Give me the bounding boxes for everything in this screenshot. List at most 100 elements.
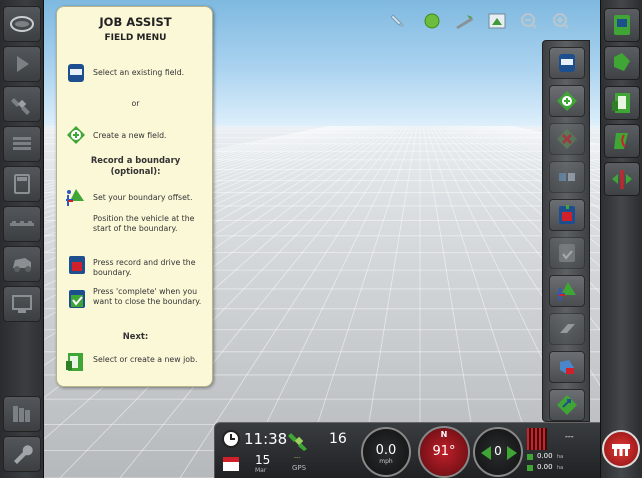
complete-boundary-button[interactable]: [549, 237, 585, 269]
delete-field-button[interactable]: [549, 123, 585, 155]
list-icon: [13, 137, 31, 150]
field-select-icon: [559, 54, 575, 72]
pin-icon[interactable]: [386, 10, 410, 32]
step-set-offset: Set your boundary offset.: [93, 193, 193, 202]
field-select-icon: [68, 64, 84, 82]
list-button[interactable]: [3, 126, 41, 162]
complete-boundary-icon: [69, 290, 85, 308]
or-label: or: [131, 99, 140, 108]
job-icon: [612, 93, 630, 113]
heading-value: 91°: [432, 444, 456, 459]
speed-unit: mph: [379, 458, 393, 465]
panel-subtitle: FIELD MENU: [104, 33, 167, 43]
zoom-out-icon[interactable]: [517, 10, 541, 32]
heading-compass[interactable]: N 91°: [418, 426, 470, 478]
area-bottom-unit: ha: [557, 465, 564, 471]
recover-field-button[interactable]: [549, 389, 585, 421]
record-heading-sub: (optional):: [110, 166, 161, 176]
zoom-in-icon[interactable]: [549, 10, 573, 32]
step-record: Press record and drive the boundary.: [93, 258, 196, 277]
select-field-button[interactable]: [549, 47, 585, 79]
record-boundary-icon: [559, 205, 575, 224]
date-month: Mar: [255, 467, 267, 474]
record-boundary-icon: [69, 256, 85, 274]
field-menu-bar: [542, 40, 590, 422]
date-day: 15: [255, 453, 271, 467]
step-select-job: Select or create a new job.: [93, 355, 198, 364]
complete-boundary-icon: [559, 244, 575, 262]
field-add-icon: [557, 91, 577, 111]
steer-value: 0: [494, 444, 502, 458]
edit-field-button[interactable]: [549, 161, 585, 193]
new-field-button[interactable]: [549, 85, 585, 117]
speed-gauge[interactable]: 0.0 mph: [361, 427, 411, 477]
green-dot-icon[interactable]: [420, 10, 444, 32]
speed-value: 0.0: [375, 443, 397, 458]
implement-button[interactable]: [3, 206, 41, 242]
field-button[interactable]: [604, 46, 640, 80]
guidance-icon: [614, 133, 628, 149]
area-top-unit: ha: [557, 454, 564, 460]
calculator-icon: [14, 174, 30, 194]
clock-icon: [222, 430, 240, 448]
screen-button[interactable]: [3, 286, 41, 322]
panel-title: JOB ASSIST: [99, 15, 172, 29]
wrench-icon: [14, 445, 33, 464]
field-edit-icon: [559, 173, 575, 181]
field-add-icon: [67, 126, 85, 144]
left-sidebar: [0, 0, 44, 478]
headland-button[interactable]: [549, 351, 585, 383]
vehicle-icon: [13, 258, 31, 272]
step-select-field: Select an existing field.: [93, 68, 185, 77]
run-button[interactable]: [3, 46, 41, 82]
play-triangle-icon: [17, 56, 29, 72]
step-create-field: Create a new field.: [93, 131, 167, 140]
eraser-icon: [560, 324, 575, 333]
section-bars: [527, 428, 547, 450]
erase-boundary-button[interactable]: [549, 313, 585, 345]
tools-button[interactable]: [3, 436, 41, 472]
headland-icon: [560, 360, 574, 374]
field-icon: [614, 53, 630, 71]
job-assist-panel: JOB ASSIST FIELD MENU Select an existing…: [56, 6, 213, 387]
fields-menu-icon: [614, 15, 630, 35]
screen: JOB ASSIST FIELD MENU Select an existing…: [0, 0, 642, 478]
boundary-offset-button[interactable]: [549, 275, 585, 307]
clock-time: 11:38: [244, 430, 288, 448]
calendar-icon: [223, 457, 239, 471]
guidance-button[interactable]: [604, 124, 640, 158]
screen-icon: [12, 295, 32, 313]
steer-icon: [612, 170, 632, 189]
record-heading: Record a boundary: [90, 155, 181, 165]
fields-menu-button[interactable]: [604, 8, 640, 42]
library-button[interactable]: [3, 396, 41, 432]
implement-sections-icon: [612, 444, 630, 456]
steering-gauge[interactable]: 0: [473, 427, 523, 477]
record-boundary-button[interactable]: [549, 199, 585, 231]
next-heading: Next:: [122, 331, 149, 341]
job-button[interactable]: [604, 86, 640, 120]
master-switch-button[interactable]: [602, 430, 640, 468]
implement-icon: [10, 221, 34, 226]
gps-settings-button[interactable]: [3, 86, 41, 122]
heading-north-label: N: [440, 430, 448, 439]
right-rail: [600, 0, 642, 478]
map-icon[interactable]: [485, 10, 509, 32]
vehicle-button[interactable]: [3, 246, 41, 282]
boundary-offset-icon: [557, 282, 576, 301]
home-oval-icon: [10, 16, 34, 32]
status-bar: 11:38 15 Mar 16 --- GPS 0.0 mph N 91° 0 …: [214, 422, 600, 478]
steer-button[interactable]: [604, 162, 640, 196]
calculator-button[interactable]: [3, 166, 41, 202]
area-top-swatch: [527, 454, 533, 460]
field-delete-icon: [557, 129, 577, 149]
home-button[interactable]: [3, 6, 41, 42]
road-icon[interactable]: [452, 10, 476, 32]
books-icon: [13, 406, 30, 422]
area-bottom-value: 0.00: [537, 463, 553, 471]
job-icon: [66, 353, 83, 371]
satellite-icon: [11, 98, 30, 115]
gps-sub-value: ---: [294, 454, 301, 461]
gps-label: GPS: [292, 464, 307, 472]
step-complete: Press 'complete' when you want to close …: [93, 287, 202, 306]
